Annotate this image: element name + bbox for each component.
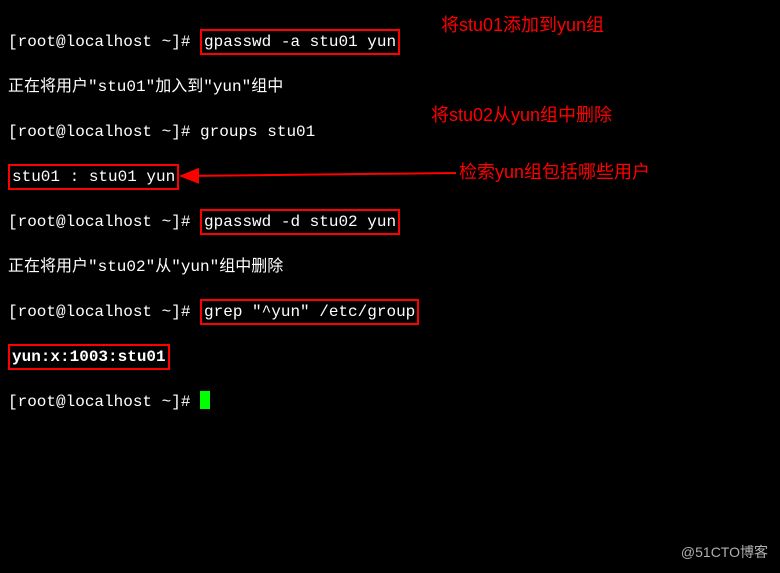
command-text: groups stu01 xyxy=(200,123,315,141)
annotation-label: 将stu01添加到yun组 xyxy=(441,14,604,37)
watermark: @51CTO博客 xyxy=(681,541,768,564)
terminal-line: 正在将用户"stu01"加入到"yun"组中 xyxy=(8,76,776,99)
terminal-line: [root@localhost ~]# gpasswd -d stu02 yun xyxy=(8,211,776,234)
output-box: stu01 : stu01 yun xyxy=(8,164,179,191)
command-box: gpasswd -d stu02 yun xyxy=(200,209,400,236)
terminal-line: yun:x:1003:stu01 xyxy=(8,346,776,369)
prompt: [root@localhost ~]# xyxy=(8,393,200,411)
annotation-label: 检索yun组包括哪些用户 xyxy=(459,161,650,184)
cursor xyxy=(200,391,210,409)
command-box: gpasswd -a stu01 yun xyxy=(200,29,400,56)
prompt: [root@localhost ~]# xyxy=(8,213,200,231)
prompt: [root@localhost ~]# xyxy=(8,303,200,321)
command-box: grep "^yun" /etc/group xyxy=(200,299,419,326)
terminal-line: [root@localhost ~]# groups stu01 xyxy=(8,121,776,144)
terminal-line: [root@localhost ~]# grep "^yun" /etc/gro… xyxy=(8,301,776,324)
output-box: yun:x:1003:stu01 xyxy=(8,344,170,371)
prompt: [root@localhost ~]# xyxy=(8,33,200,51)
terminal-output: [root@localhost ~]# gpasswd -a stu01 yun… xyxy=(0,0,780,436)
annotation-label: 将stu02从yun组中删除 xyxy=(431,104,612,127)
terminal-line: 正在将用户"stu02"从"yun"组中删除 xyxy=(8,256,776,279)
terminal-line: [root@localhost ~]# xyxy=(8,391,776,414)
prompt: [root@localhost ~]# xyxy=(8,123,200,141)
terminal-line: stu01 : stu01 yun xyxy=(8,166,776,189)
terminal-line: [root@localhost ~]# gpasswd -a stu01 yun xyxy=(8,31,776,54)
